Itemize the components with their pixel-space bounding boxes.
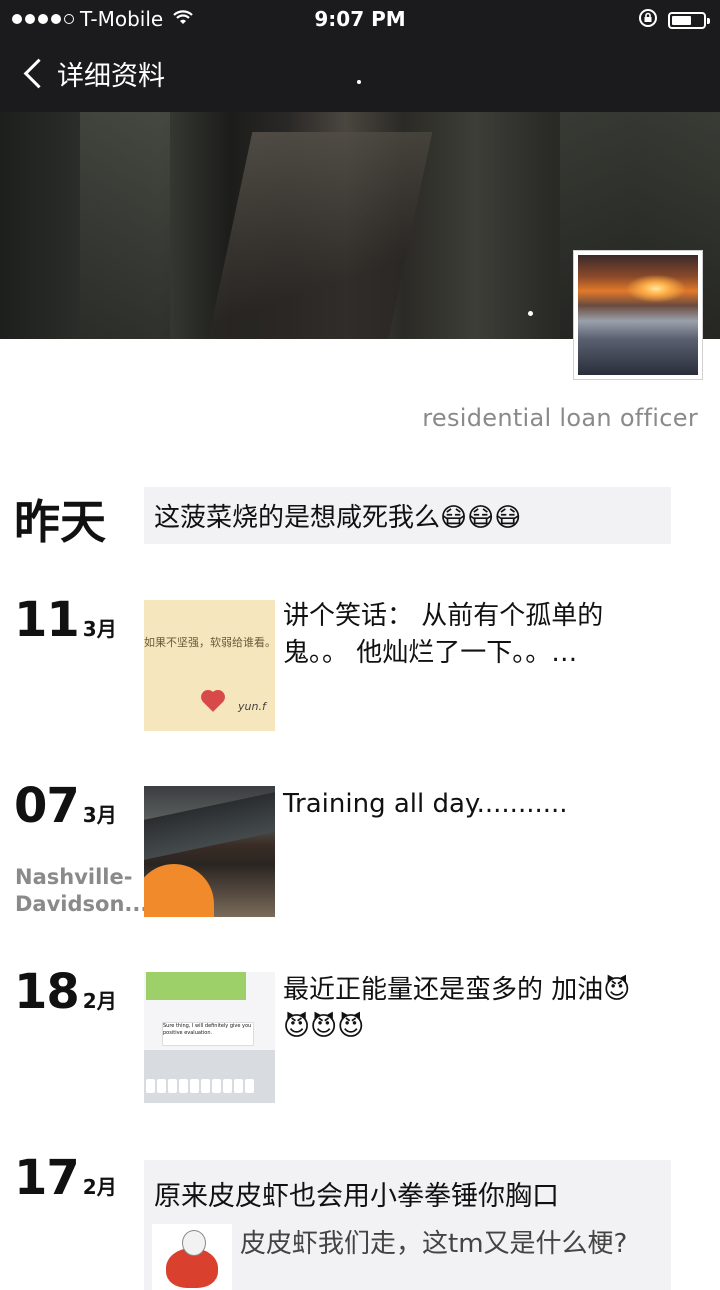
- date-label: 07 3月: [14, 778, 117, 834]
- heart-icon: [203, 692, 223, 712]
- month-label: 3月: [82, 617, 117, 641]
- battery-icon: [668, 12, 710, 29]
- post-thumbnail[interactable]: 如果不坚强，软弱给谁看。 yun.f: [144, 600, 275, 731]
- nav-dot: [357, 80, 361, 84]
- thumbnail-signature: yun.f: [238, 700, 266, 713]
- avatar[interactable]: [573, 250, 703, 380]
- thumbnail-quote: 如果不坚强，软弱给谁看。: [144, 636, 275, 649]
- profile-tagline: residential loan officer: [422, 404, 698, 432]
- post-thumbnail[interactable]: [144, 786, 275, 917]
- sunset-clouds-image: [578, 255, 698, 375]
- date-label: 18 2月: [14, 964, 117, 1020]
- day-number: 07: [14, 778, 80, 834]
- link-thumbnail: [152, 1224, 232, 1290]
- post-text[interactable]: Training all day...........: [283, 786, 653, 823]
- back-label: 详细资料: [57, 61, 165, 92]
- month-label: 3月: [82, 803, 117, 827]
- post-text[interactable]: 最近正能量还是蛮多的 加油😈😈😈😈: [283, 972, 653, 1046]
- date-label: 昨天: [14, 486, 106, 552]
- thumbnail-message: Sure thing, I will definitely give you p…: [162, 1022, 254, 1046]
- back-button[interactable]: 详细资料: [20, 54, 165, 93]
- date-label: 17 2月: [14, 1150, 117, 1206]
- day-number: 18: [14, 964, 80, 1020]
- orientation-lock-icon: [638, 8, 658, 33]
- yesterday-label: 昨天: [14, 495, 106, 549]
- link-title: 皮皮虾我们走，这tm又是什么梗?: [240, 1229, 628, 1259]
- post-text[interactable]: 讲个笑话： 从前有个孤单的鬼。。 他灿烂了一下。。…: [283, 598, 653, 672]
- date-label: 11 3月: [14, 592, 117, 648]
- day-number: 17: [14, 1150, 80, 1206]
- post-location[interactable]: Nashville-Davidson...: [15, 864, 148, 918]
- nav-bar: 详细资料: [0, 38, 720, 112]
- chevron-left-icon: [23, 58, 54, 89]
- shared-link-card[interactable]: 原来皮皮虾也会用小拳拳锤你胸口 皮皮虾我们走，这tm又是什么梗?: [144, 1160, 671, 1290]
- month-label: 2月: [82, 1175, 117, 1199]
- month-label: 2月: [82, 989, 117, 1013]
- post-text[interactable]: 这菠菜烧的是想咸死我么😷😷😷: [144, 487, 671, 544]
- status-right: [638, 8, 710, 33]
- status-bar: T-Mobile 9:07 PM: [0, 0, 720, 38]
- post-thumbnail[interactable]: Sure thing, I will definitely give you p…: [144, 972, 275, 1103]
- day-number: 11: [14, 592, 80, 648]
- post-text: 原来皮皮虾也会用小拳拳锤你胸口: [154, 1181, 559, 1212]
- clock: 9:07 PM: [314, 7, 406, 31]
